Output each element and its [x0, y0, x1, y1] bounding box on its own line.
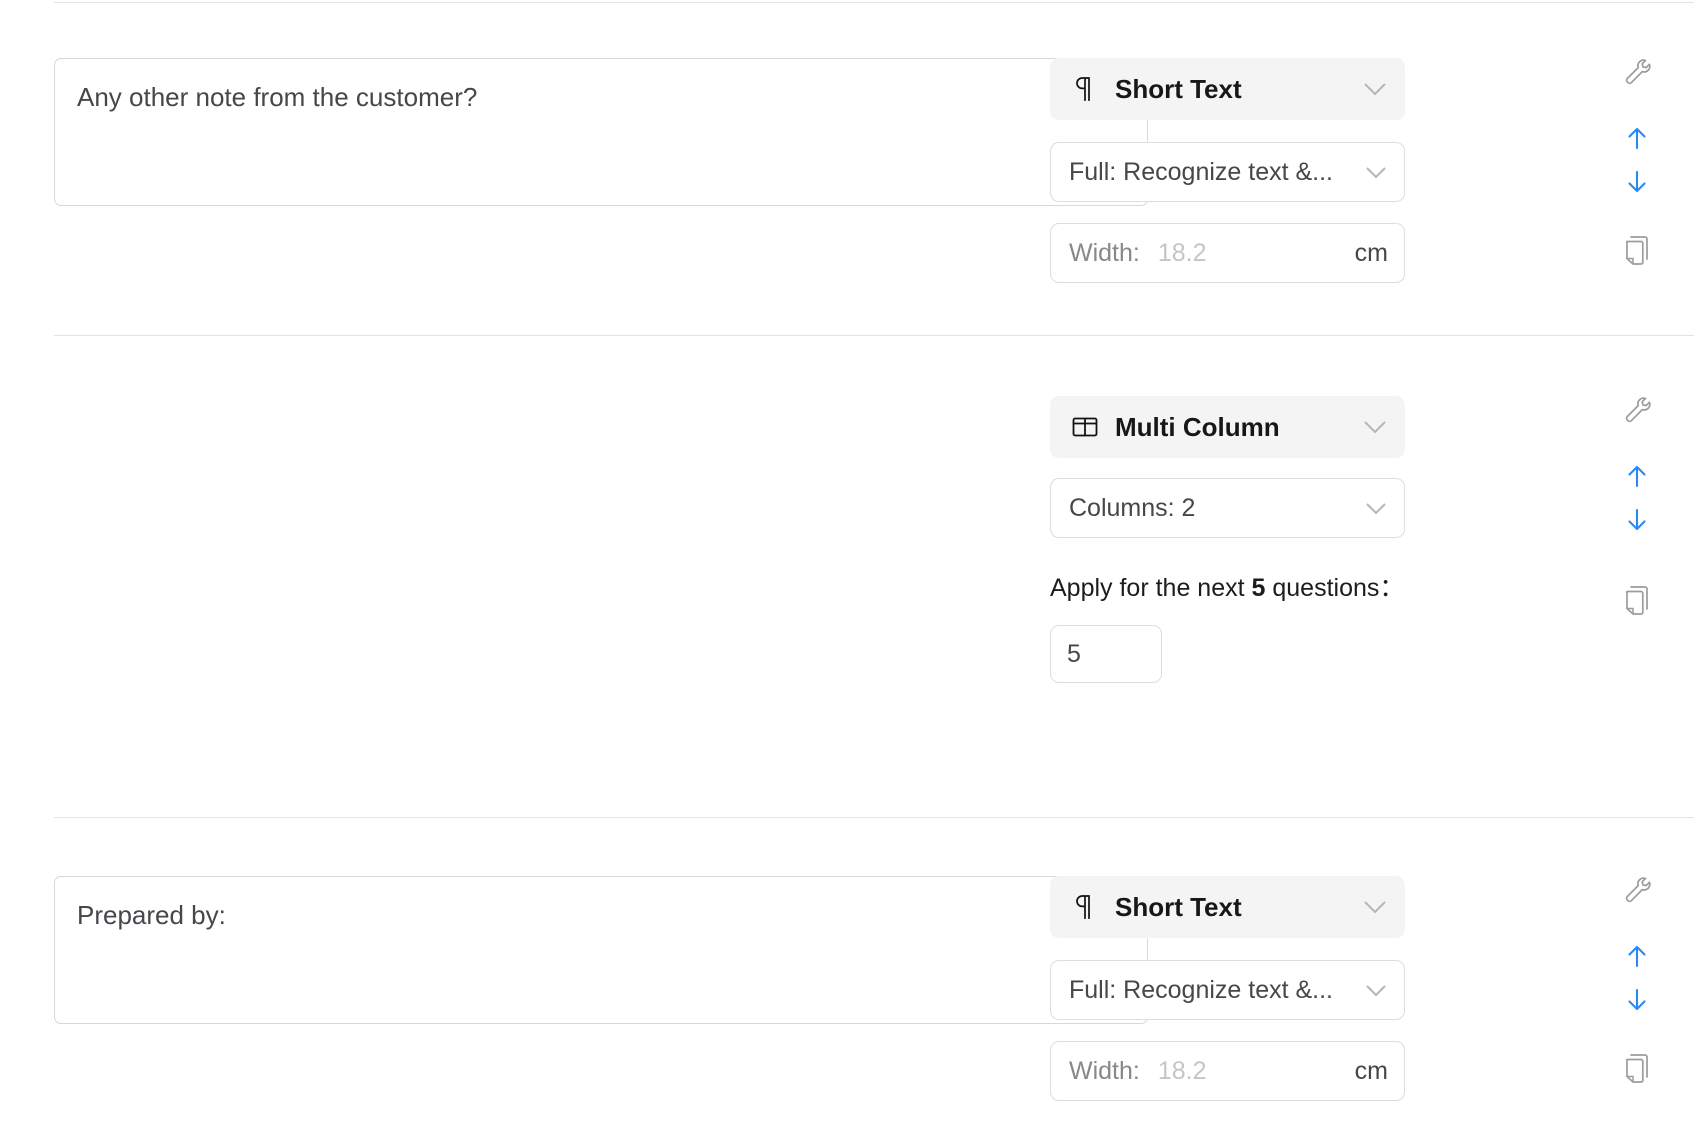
question-settings-panel: Multi Column Columns: 2 Apply for the ne… [1050, 396, 1450, 683]
columns-count-selector[interactable]: Columns: 2 [1050, 478, 1405, 538]
question-text-input[interactable] [54, 876, 1148, 1024]
question-type-selector[interactable]: Short Text [1050, 58, 1405, 120]
question-type-label: Short Text [1115, 891, 1242, 922]
wrench-icon[interactable] [1615, 868, 1659, 912]
question-text-cell [0, 58, 1148, 206]
chevron-down-icon [1362, 899, 1388, 915]
width-unit: cm [1354, 238, 1388, 267]
apply-prefix: Apply for the next [1050, 574, 1252, 602]
section-divider-top [54, 2, 1694, 3]
multi-column-icon [1069, 414, 1101, 440]
chevron-down-icon [1362, 81, 1388, 97]
question-type-selector[interactable]: Short Text [1050, 876, 1405, 938]
pilcrow-icon [1069, 894, 1101, 920]
width-field[interactable]: Width: 18.2 cm [1050, 1041, 1405, 1101]
duplicate-icon[interactable] [1615, 578, 1659, 622]
arrow-up-icon[interactable] [1615, 934, 1659, 978]
section-divider-1 [54, 335, 1694, 336]
width-field[interactable]: Width: 18.2 cm [1050, 223, 1405, 283]
chevron-down-icon [1364, 983, 1388, 998]
apply-count-input[interactable] [1050, 625, 1162, 683]
width-value: 18.2 [1157, 238, 1207, 267]
question-textarea-wrapper [54, 876, 1148, 1024]
arrow-down-icon[interactable] [1615, 498, 1659, 542]
pilcrow-icon [1069, 76, 1101, 102]
question-type-label: Short Text [1115, 73, 1242, 104]
question-row-short-text-1: Short Text Full: Recognize text &... Wid… [0, 58, 1694, 283]
question-toolbar-3 [1607, 868, 1667, 1090]
columns-count-label: Columns: 2 [1069, 493, 1196, 522]
arrow-down-icon[interactable] [1615, 160, 1659, 204]
question-text-input[interactable] [54, 58, 1148, 206]
wrench-icon[interactable] [1615, 50, 1659, 94]
width-value: 18.2 [1157, 1056, 1207, 1085]
width-label: Width: [1069, 238, 1140, 267]
recognition-mode-label: Full: Recognize text &... [1069, 975, 1334, 1004]
width-label: Width: [1069, 1056, 1140, 1085]
arrow-up-icon[interactable] [1615, 116, 1659, 160]
recognition-mode-label: Full: Recognize text &... [1069, 157, 1334, 186]
question-type-label: Multi Column [1115, 411, 1280, 442]
question-toolbar-1 [1607, 50, 1667, 272]
arrow-up-icon[interactable] [1615, 454, 1659, 498]
apply-count: 5 [1251, 574, 1266, 602]
recognition-mode-selector[interactable]: Full: Recognize text &... [1050, 960, 1405, 1020]
width-unit: cm [1354, 1056, 1388, 1085]
arrow-down-icon[interactable] [1615, 978, 1659, 1022]
question-settings-panel: Short Text Full: Recognize text &... Wid… [1050, 58, 1450, 283]
question-text-cell [0, 876, 1148, 1024]
apply-suffix: questions： [1265, 574, 1405, 602]
question-toolbar-2 [1607, 388, 1667, 622]
chevron-down-icon [1362, 419, 1388, 435]
question-textarea-wrapper [54, 58, 1148, 206]
recognition-mode-selector[interactable]: Full: Recognize text &... [1050, 142, 1405, 202]
question-settings-panel: Short Text Full: Recognize text &... Wid… [1050, 876, 1450, 1101]
section-divider-2 [54, 817, 1694, 818]
duplicate-icon[interactable] [1615, 228, 1659, 272]
apply-next-questions-label: Apply for the next 5 questions： [1050, 576, 1450, 601]
question-row-short-text-2: Short Text Full: Recognize text &... Wid… [0, 876, 1694, 1101]
chevron-down-icon [1364, 165, 1388, 180]
duplicate-icon[interactable] [1615, 1046, 1659, 1090]
chevron-down-icon [1364, 501, 1388, 516]
question-type-selector[interactable]: Multi Column [1050, 396, 1405, 458]
question-row-multi-column: Multi Column Columns: 2 Apply for the ne… [0, 396, 1694, 683]
wrench-icon[interactable] [1615, 388, 1659, 432]
